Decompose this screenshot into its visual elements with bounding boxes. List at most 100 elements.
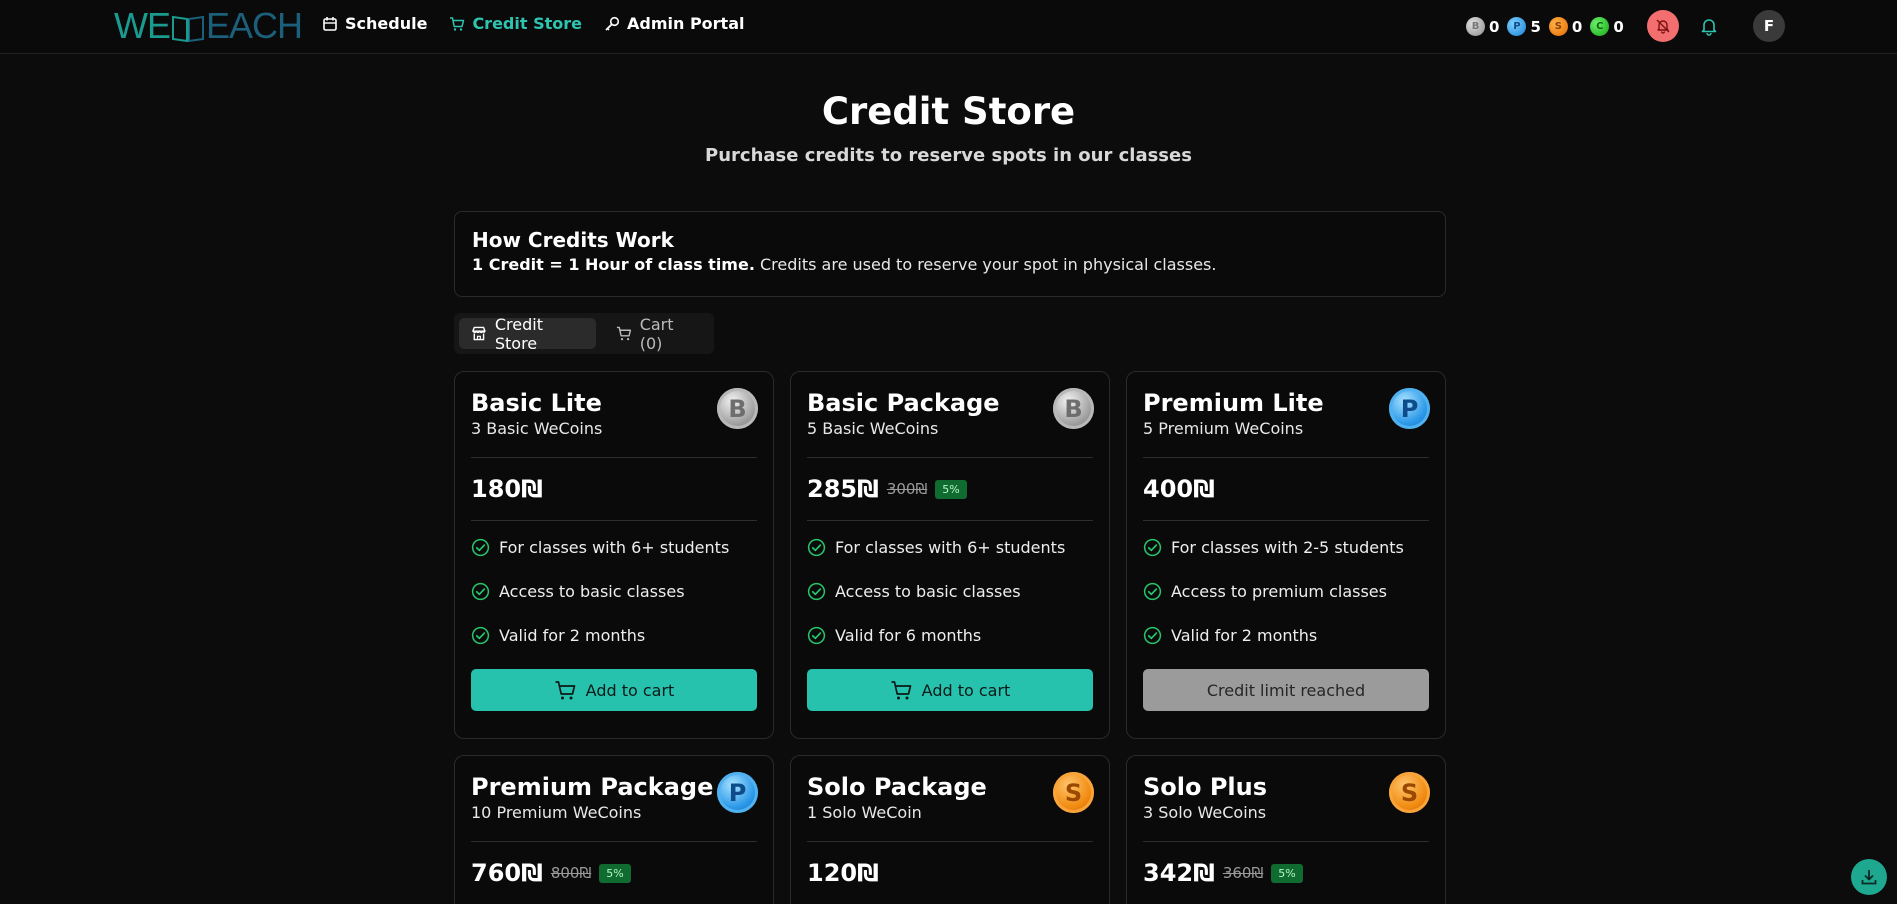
package-card: Basic Package 5 Basic WeCoins B 285₪ 300… [790, 371, 1110, 739]
price: 400₪ [1143, 475, 1215, 503]
nav-schedule-label: Schedule [345, 14, 428, 33]
page-subtitle: Purchase credits to reserve spots in our… [705, 145, 1192, 166]
check-circle-icon [471, 538, 490, 556]
package-name: Premium Package [471, 773, 714, 801]
feature-item: For classes with 6+ students [471, 537, 757, 557]
check-circle-icon [471, 626, 490, 644]
nav-credit-store-label: Credit Store [472, 14, 582, 33]
wallet-solo-count: 0 [1571, 17, 1583, 36]
package-coins: 5 Premium WeCoins [1143, 419, 1304, 438]
package-name: Basic Package [807, 389, 1000, 417]
info-text: 1 Credit = 1 Hour of class time. Credits… [472, 255, 1428, 274]
nav-credit-store[interactable]: Credit Store [449, 14, 582, 33]
key-icon [605, 16, 620, 31]
premium-coin-icon: P [717, 772, 758, 813]
nav-admin-portal-label: Admin Portal [626, 14, 745, 33]
original-price: 300₪ [886, 480, 928, 498]
nav-schedule[interactable]: Schedule [322, 14, 427, 33]
original-price: 360₪ [1222, 864, 1264, 882]
package-name: Solo Package [807, 773, 987, 801]
basic-coin-icon: B [717, 388, 758, 429]
wallet-solo: S 0 [1548, 17, 1583, 36]
download-icon [1861, 870, 1877, 885]
tab-cart-label: Cart (0) [639, 314, 674, 353]
price: 180₪ [471, 475, 543, 503]
bell-icon[interactable] [1699, 16, 1719, 36]
wallet-c: C 0 [1590, 17, 1624, 36]
price: 285₪ [807, 475, 879, 503]
package-card: Solo Plus 3 Solo WeCoins S 342₪ 360₪ 5% [1126, 755, 1446, 904]
discount-badge: 5% [935, 479, 967, 499]
basic-coin-icon: B [1466, 17, 1485, 36]
solo-coin-icon: S [1548, 17, 1568, 36]
tab-cart[interactable]: Cart (0) [604, 315, 709, 353]
how-credits-work-box: How Credits Work 1 Credit = 1 Hour of cl… [454, 211, 1446, 297]
feature-item: Access to premium classes [1143, 581, 1429, 601]
info-text-bold: 1 Credit = 1 Hour of class time. [472, 255, 755, 274]
user-avatar[interactable]: F [1753, 10, 1785, 42]
feature-item: Access to basic classes [471, 581, 757, 601]
top-navbar: WE EACH Schedule Credit Store Admin Porta… [0, 0, 1897, 54]
package-name: Premium Lite [1143, 389, 1324, 417]
feature-item: For classes with 2-5 students [1143, 537, 1429, 557]
feature-text: For classes with 6+ students [499, 537, 730, 557]
add-to-cart-button[interactable]: Add to cart [807, 669, 1093, 711]
check-circle-icon [1143, 582, 1162, 600]
bell-off-icon [1656, 19, 1670, 34]
premium-coin-icon: P [1507, 17, 1527, 36]
feature-list: For classes with 6+ students Access to b… [471, 521, 757, 645]
add-to-cart-button[interactable]: Add to cart [471, 669, 757, 711]
package-coins: 3 Solo WeCoins [1143, 803, 1267, 822]
price: 120₪ [807, 859, 879, 887]
cart-icon [450, 16, 465, 31]
package-card: Basic Lite 3 Basic WeCoins B 180₪ For cl… [454, 371, 774, 739]
feature-text: Valid for 6 months [835, 625, 982, 645]
main-nav: Schedule Credit Store Admin Portal [322, 14, 744, 33]
store-tabs: Credit Store Cart (0) [454, 313, 714, 354]
package-card: Premium Package 10 Premium WeCoins P 760… [454, 755, 774, 904]
book-icon [172, 16, 204, 43]
feature-item: Valid for 2 months [471, 625, 757, 645]
wallet-basic: B 0 [1466, 17, 1499, 36]
discount-badge: 5% [1271, 863, 1303, 883]
feature-text: Valid for 2 months [1171, 625, 1318, 645]
price: 760₪ [471, 859, 543, 887]
price-row: 760₪ 800₪ 5% [471, 842, 757, 904]
logo-text: WE EACH [114, 5, 303, 46]
check-circle-icon [1143, 538, 1162, 556]
wewteach-logo[interactable]: WE EACH [114, 5, 303, 46]
tab-credit-store-label: Credit Store [494, 314, 543, 353]
feature-text: Access to premium classes [1171, 581, 1387, 601]
check-circle-icon [1143, 626, 1162, 644]
check-circle-icon [807, 582, 826, 600]
package-card: Premium Lite 5 Premium WeCoins P 400₪ Fo… [1126, 371, 1446, 739]
feature-list: For classes with 6+ students Access to b… [807, 521, 1093, 645]
package-name: Basic Lite [471, 389, 602, 417]
check-circle-icon [807, 626, 826, 644]
feature-text: Valid for 2 months [499, 625, 646, 645]
package-coins: 1 Solo WeCoin [807, 803, 922, 822]
nav-admin-portal[interactable]: Admin Portal [604, 14, 745, 33]
package-name: Solo Plus [1143, 773, 1268, 801]
discount-badge: 5% [599, 863, 631, 883]
solo-coin-icon: S [1053, 772, 1094, 813]
feature-item: Access to basic classes [807, 581, 1093, 601]
tab-credit-store[interactable]: Credit Store [459, 315, 596, 353]
price: 342₪ [1143, 859, 1215, 887]
basic-coin-icon: B [1053, 388, 1094, 429]
feature-item: For classes with 6+ students [807, 537, 1093, 557]
price-row: 180₪ [471, 458, 757, 520]
cart-icon [555, 680, 576, 699]
store-icon [472, 326, 486, 341]
c-coin-icon: C [1590, 17, 1610, 36]
add-to-cart-label: Add to cart [921, 680, 1011, 700]
info-text-body: Credits are used to reserve your spot in… [754, 255, 1217, 274]
cart-icon [616, 326, 632, 341]
credit-wallet: B 0 P 5 S 0 C 0 [1466, 17, 1624, 36]
feature-text: Access to basic classes [499, 581, 685, 601]
price-row: 342₪ 360₪ 5% [1143, 842, 1429, 904]
calendar-icon [323, 16, 337, 31]
feature-item: Valid for 2 months [1143, 625, 1429, 645]
download-button[interactable] [1851, 859, 1887, 895]
notifications-muted-button[interactable] [1647, 10, 1679, 42]
